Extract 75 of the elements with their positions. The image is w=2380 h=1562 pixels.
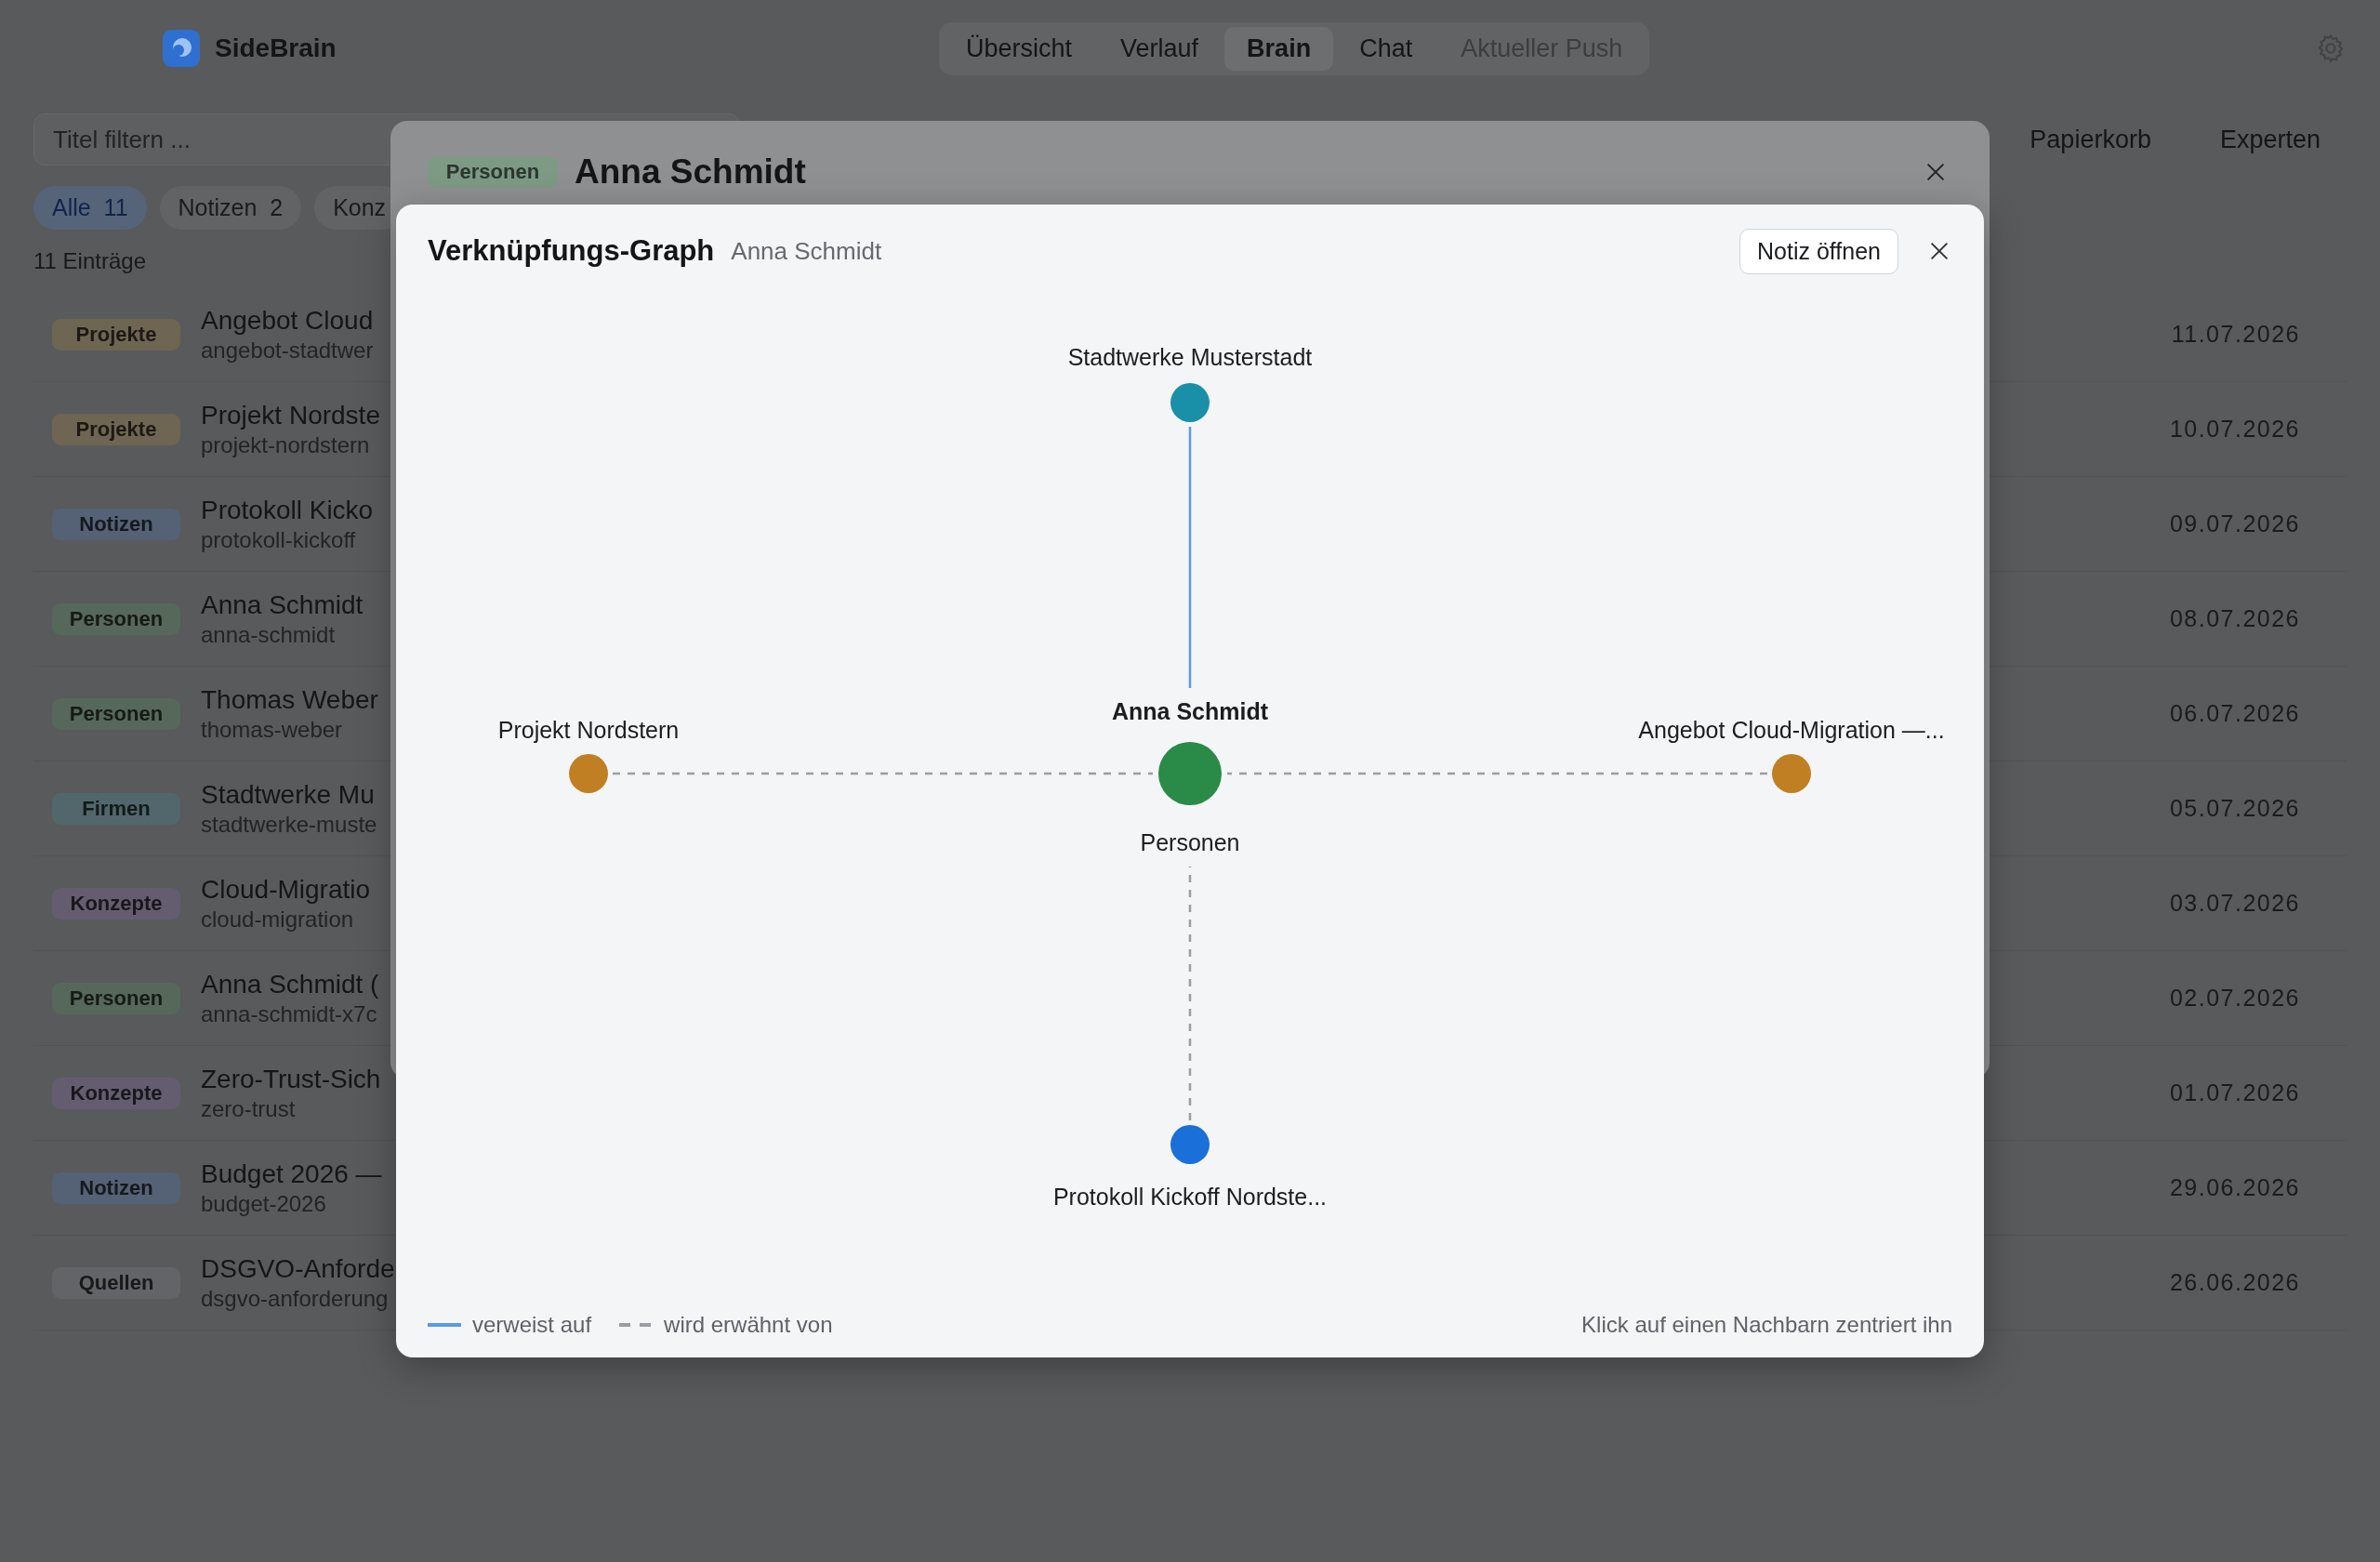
entry-slug: projekt-nordstern — [201, 431, 371, 458]
entry-title[interactable]: DSGVO-Anforde — [201, 1253, 395, 1284]
category-tag: Projekte — [52, 318, 180, 351]
category-tag: Konzepte — [52, 887, 180, 920]
graph-node[interactable] — [569, 754, 608, 793]
graph-node[interactable] — [1170, 383, 1210, 422]
category-tag: Konzepte — [52, 1077, 180, 1109]
entry-date: 06.07.2026 — [2169, 700, 2301, 727]
entry-title[interactable]: Stadtwerke Mu — [201, 779, 377, 810]
close-icon[interactable] — [1928, 240, 1950, 262]
toolbar-link[interactable]: Experten — [2219, 125, 2320, 154]
entry-date: 26.06.2026 — [2169, 1269, 2301, 1296]
close-icon[interactable] — [1924, 161, 1947, 183]
entry-slug: angebot-stadtwer — [201, 337, 374, 364]
category-tag: Firmen — [52, 792, 180, 825]
entry-slug: anna-schmidt — [201, 621, 337, 648]
category-tag: Personen — [52, 602, 180, 635]
graph-node[interactable] — [1158, 742, 1222, 805]
nav-tab[interactable]: Brain — [1224, 26, 1334, 71]
filter-chip[interactable]: Alle 11 — [33, 186, 147, 230]
entry-title[interactable]: Thomas Weber — [201, 684, 378, 715]
hint-text: Klick auf einen Nachbarn zentriert ihn — [1581, 1312, 1952, 1338]
entry-title[interactable]: Protokoll Kicko — [201, 495, 374, 525]
nav-tab[interactable]: Chat — [1337, 26, 1435, 71]
entry-date: 03.07.2026 — [2169, 890, 2301, 917]
node-label: Angebot Cloud-Migration —... — [1638, 717, 1945, 743]
entry-title[interactable]: Projekt Nordste — [201, 400, 380, 430]
node-label: Protokoll Kickoff Nordste... — [1052, 1184, 1328, 1210]
entry-date: 09.07.2026 — [2169, 510, 2301, 537]
entry-date: 05.07.2026 — [2169, 795, 2301, 822]
dialog-title: Verknüpfungs-Graph — [428, 234, 715, 268]
entry-date: 08.07.2026 — [2169, 605, 2301, 632]
entry-slug: thomas-weber — [201, 716, 344, 743]
category-tag: Personen — [52, 697, 180, 730]
entry-slug: zero-trust — [201, 1095, 297, 1122]
category-tag: Notizen — [52, 508, 180, 540]
entry-date: 02.07.2026 — [2169, 985, 2301, 1012]
entry-slug: anna-schmidt-x7c — [201, 1000, 378, 1027]
graph-node[interactable] — [1170, 1125, 1210, 1164]
entry-slug: stadtwerke-muste — [201, 811, 377, 838]
category-tag: Quellen — [52, 1266, 180, 1299]
node-label: Anna Schmidt — [1111, 698, 1269, 724]
entry-slug: cloud-migration — [201, 906, 355, 933]
category-tag: Personen — [428, 156, 558, 188]
legend-label: wird erwähnt von — [664, 1312, 833, 1338]
filter-chip[interactable]: Notizen 2 — [159, 186, 302, 230]
logo-icon — [163, 30, 200, 67]
category-tag: Notizen — [52, 1172, 180, 1204]
entry-title[interactable]: Zero-Trust-Sich — [201, 1064, 381, 1094]
entry-title[interactable]: Cloud-Migratio — [201, 874, 371, 905]
entry-title[interactable]: Anna Schmidt ( — [201, 969, 379, 999]
dialog-subtitle: Anna Schmidt — [731, 236, 882, 266]
entry-title[interactable]: Angebot Cloud — [201, 305, 374, 336]
entry-date: 01.07.2026 — [2169, 1079, 2301, 1106]
entry-date: 10.07.2026 — [2169, 416, 2301, 443]
graph-node[interactable] — [1772, 754, 1811, 793]
entry-date: 11.07.2026 — [2171, 321, 2301, 348]
node-label: Projekt Nordstern — [497, 717, 680, 743]
node-label: Stadtwerke Musterstadt — [1067, 344, 1313, 370]
category-tag: Personen — [52, 982, 180, 1014]
category-tag: Projekte — [52, 413, 180, 445]
entry-slug: dsgvo-anforderung — [201, 1285, 390, 1312]
entry-slug: budget-2026 — [201, 1190, 327, 1217]
app-name: SideBrain — [215, 33, 337, 63]
nav-tab[interactable]: Übersicht — [944, 26, 1095, 71]
entry-slug: protokoll-kickoff — [201, 526, 357, 553]
entry-title[interactable]: Anna Schmidt — [201, 589, 364, 620]
entry-count: 11 Einträge — [33, 248, 146, 274]
node-category: Personen — [1140, 829, 1240, 855]
legend-label: verweist auf — [472, 1312, 592, 1338]
open-note-button[interactable]: Notiz öffnen — [1739, 228, 1898, 274]
entry-date: 29.06.2026 — [2169, 1174, 2301, 1201]
toolbar-link[interactable]: Papierkorb — [2030, 125, 2151, 154]
nav-tab[interactable]: Verlauf — [1098, 26, 1222, 71]
entry-title[interactable]: Budget 2026 — — [201, 1158, 382, 1189]
